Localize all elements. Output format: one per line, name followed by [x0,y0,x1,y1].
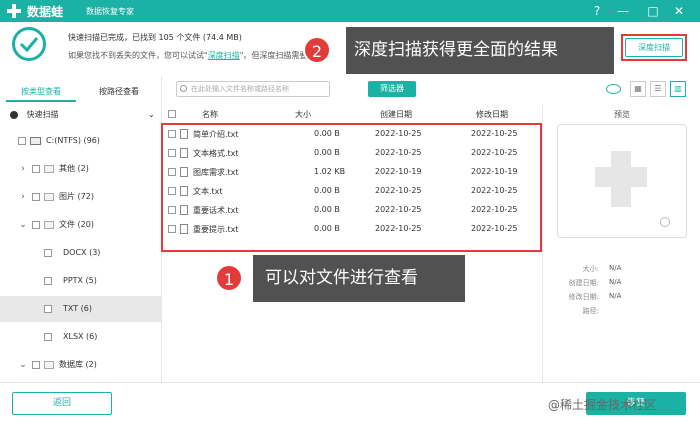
tree-checkbox[interactable] [44,304,52,313]
scan-result-text: 快速扫描已完成，已找到 105 个文件 (74.4 MB) [68,33,242,42]
tree-item-label: DOCX (3) [63,248,101,257]
deep-scan-link[interactable]: 深度扫描 [208,51,240,60]
sidebar-tabs: 按类型查看 按路径查看 [0,82,162,102]
tree-item[interactable]: XLSX (6) [0,324,162,350]
tree-item[interactable]: TXT (6) [0,296,162,322]
folder-icon [44,164,54,173]
callout-deep-scan: 深度扫描获得更全面的结果 [346,27,614,74]
file-list-highlight-frame [161,123,542,252]
tree-item-label: XLSX (6) [63,332,98,341]
quick-scan-label: 快速扫描 [26,110,59,119]
tree-item[interactable]: DOCX (3) [0,240,162,266]
detail-view-icon[interactable]: ▥ [670,81,686,97]
tree-checkbox[interactable] [44,332,52,341]
tree-item[interactable]: PPTX (5) [0,268,162,294]
tree-item[interactable]: ⌄ 文件 (20) [0,212,162,238]
preview-info-label: 创建日期: [568,279,599,287]
tree-checkbox[interactable] [18,136,26,145]
tree-item[interactable]: › 其他 (2) [0,156,162,182]
tree-item[interactable]: ⌄ 数据库 (2) [0,352,162,378]
chevron-down-icon[interactable]: ⌄ [148,102,155,128]
tree-checkbox[interactable] [32,220,40,229]
sidebar: 按类型查看 按路径查看 快速扫描 ⌄ C:(NTFS) (96) › 其他 (2) ›… [0,76,162,382]
preview-info-label: 大小: [582,265,599,273]
preview-info-label: 修改日期: [568,293,599,301]
preview-info-row: 创建日期: N/A [543,278,700,292]
search-input[interactable]: 在此处输入文件名称或路径名称 [176,81,330,97]
tree-checkbox[interactable] [32,192,40,201]
tree-checkbox[interactable] [44,248,52,257]
expand-arrow-icon[interactable]: › [18,184,28,210]
preview-info-row: 修改日期: N/A [543,292,700,306]
tree-checkbox[interactable] [44,276,52,285]
callout-number-1: 1 [215,264,243,292]
back-button[interactable]: 返回 [12,392,112,415]
tree-item-label: PPTX (5) [63,276,97,285]
watermark: @稀土掘金技术社区 [548,398,657,412]
preview-area [557,124,687,238]
tab-by-type[interactable]: 按类型查看 [6,82,76,102]
tree-checkbox[interactable] [32,360,40,369]
tree-checkbox[interactable] [32,164,40,173]
preview-info-row: 路径: [543,306,700,320]
app-subtitle: 数据恢复专家 [86,7,134,16]
zoom-icon[interactable] [660,217,670,227]
db-icon [44,360,54,369]
callout-number-2: 2 [303,36,331,64]
preview-info-value: N/A [609,278,622,286]
column-created[interactable]: 创建日期 [380,109,412,120]
column-modified[interactable]: 修改日期 [476,109,508,120]
tab-by-path[interactable]: 按路径查看 [84,82,154,102]
image-icon [44,192,54,201]
preview-info-value: N/A [609,292,622,300]
maximize-button[interactable]: □ [644,2,662,20]
preview-panel: 预览 大小: N/A 创建日期: N/A 修改日期: N/A 路径: [542,104,700,382]
expand-arrow-icon[interactable]: › [18,156,28,182]
preview-info-value: N/A [609,264,622,272]
preview-placeholder-bar [595,167,647,187]
expand-arrow-icon[interactable]: ⌄ [18,352,28,378]
scan-complete-icon [12,27,46,61]
close-button[interactable]: ✕ [670,2,688,20]
file-table-header: 名称 大小 创建日期 修改日期 [162,104,542,124]
drive-icon [30,136,41,145]
quick-scan-check-icon [10,110,18,119]
expand-arrow-icon[interactable]: ⌄ [18,212,28,238]
doc-icon [44,220,54,229]
tree-item-label: 文件 (20) [59,220,94,229]
filter-button[interactable]: 筛选器 [368,81,416,97]
deep-scan-button[interactable]: 深度扫描 [625,38,683,57]
column-name[interactable]: 名称 [202,109,218,120]
preview-toggle-eye-icon[interactable] [606,84,621,94]
tree-item[interactable]: C:(NTFS) (96) [0,128,162,154]
search-icon [180,85,187,92]
deep-scan-hint: 如果您找不到丢失的文件，您可以试试"深度扫描"。但深度扫描需要更 [68,50,315,61]
app-logo-icon [7,4,21,18]
tree-item-label: 数据库 (2) [59,360,97,369]
minimize-button[interactable]: — [614,2,632,20]
preview-info-label: 路径: [582,307,599,315]
quick-scan-row[interactable]: 快速扫描 ⌄ [0,102,162,128]
tree-item-label: 图片 (72) [59,192,94,201]
preview-title: 预览 [614,110,630,119]
title-bar: 数据蛙 数据恢复专家 ? — □ ✕ [0,0,700,22]
help-icon[interactable]: ? [588,2,606,20]
grid-view-icon[interactable]: ▦ [630,81,646,97]
list-view-icon[interactable]: ☰ [650,81,666,97]
tree-item-label: 其他 (2) [59,164,89,173]
column-size[interactable]: 大小 [295,109,311,120]
tree-item-label: C:(NTFS) (96) [46,136,100,145]
tree-item-label: TXT (6) [63,304,92,313]
deep-scan-hint-prefix: 如果您找不到丢失的文件，您可以试试" [68,51,208,60]
app-name: 数据蛙 [27,5,64,19]
tree-item[interactable]: › 图片 (72) [0,184,162,210]
callout-view-files: 可以对文件进行查看 [253,255,465,302]
select-all-checkbox[interactable] [168,110,176,118]
preview-info-row: 大小: N/A [543,264,700,278]
